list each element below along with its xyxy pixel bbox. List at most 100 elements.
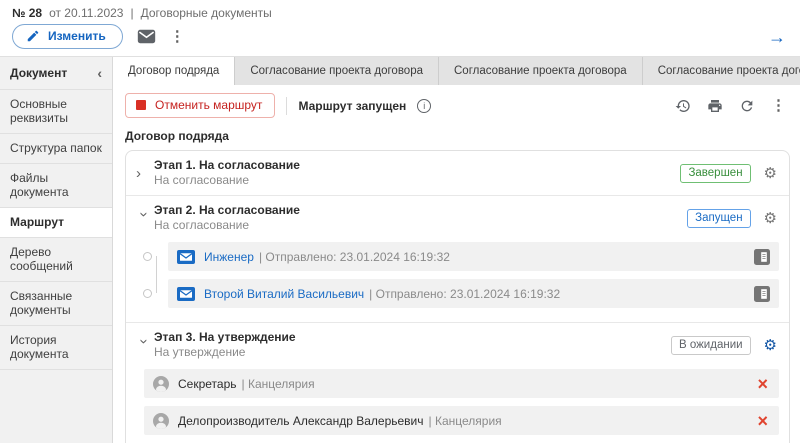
stage-1-titles: Этап 1. На согласование На согласование (154, 158, 680, 188)
status-badge-completed: Завершен (680, 164, 750, 183)
document-sidebar: Документ ‹ Основные реквизиты Структура … (0, 57, 113, 443)
gear-icon[interactable]: ⚙ (764, 338, 777, 353)
performer-name: Делопроизводитель Александр Валерьевич (178, 414, 424, 428)
document-action-row: Изменить ⋮ → (0, 22, 800, 56)
gear-icon[interactable]: ⚙ (764, 166, 777, 181)
stop-icon (136, 100, 146, 110)
history-icon[interactable] (675, 98, 691, 114)
stage-2: › Этап 2. На согласование На согласовани… (126, 195, 789, 322)
stage-3-children: Секретарь | Канцелярия × (126, 367, 789, 443)
stage-title: Этап 3. На утверждение (154, 330, 671, 345)
task-card-icon[interactable] (754, 249, 770, 265)
chevron-right-icon[interactable]: › (136, 166, 152, 181)
stage-3-titles: Этап 3. На утверждение На утверждение (154, 330, 671, 360)
sidebar-item-requisites[interactable]: Основные реквизиты (0, 90, 112, 134)
stage-title: Этап 1. На согласование (154, 158, 680, 173)
route-title: Договор подряда (125, 129, 790, 143)
department-info: | Канцелярия (429, 414, 502, 428)
route-more-icon[interactable]: ⋮ (771, 98, 786, 113)
timeline-connector (156, 256, 157, 293)
stage-2-titles: Этап 2. На согласование На согласование (154, 203, 687, 233)
sidebar-header: Документ ‹ (0, 57, 112, 90)
sent-info: | Отправлено: 23.01.2024 16:19:32 (259, 250, 450, 264)
remove-performer-icon[interactable]: × (755, 412, 770, 430)
more-actions-icon[interactable]: ⋮ (170, 29, 185, 44)
tab-contract[interactable]: Договор подряда (113, 57, 235, 85)
tab-bar: Договор подряда Согласование проекта дог… (113, 57, 800, 85)
tab-approval-1[interactable]: Согласование проекта договора (235, 57, 439, 85)
refresh-icon[interactable] (739, 98, 755, 114)
person-task-row[interactable]: Секретарь | Канцелярия × (144, 369, 779, 398)
stage-3-header[interactable]: › Этап 3. На утверждение На утверждение … (126, 323, 789, 367)
pencil-icon (26, 29, 40, 43)
sent-info: | Отправлено: 23.01.2024 16:19:32 (369, 287, 560, 301)
stage-2-children: Инженер | Отправлено: 23.01.2024 16:19:3… (126, 240, 789, 322)
task-row: Второй Виталий Васильевич | Отправлено: … (126, 279, 789, 308)
route-toolbar: Отменить маршрут Маршрут запущен i ⋮ (125, 93, 790, 118)
forward-arrow-icon[interactable]: → (768, 28, 786, 46)
top-bar: № 28 от 20.11.2023 | Договорные документ… (0, 0, 800, 57)
stage-title: Этап 2. На согласование (154, 203, 687, 218)
cancel-route-button[interactable]: Отменить маршрут (125, 93, 275, 118)
stage-3: › Этап 3. На утверждение На утверждение … (126, 322, 789, 443)
task-row: Инженер | Отправлено: 23.01.2024 16:19:3… (126, 242, 789, 271)
cancel-route-label: Отменить маршрут (155, 98, 262, 112)
body-wrap: Документ ‹ Основные реквизиты Структура … (0, 57, 800, 443)
status-badge-running: Запущен (687, 209, 750, 228)
tab-approval-2[interactable]: Согласование проекта договора (439, 57, 643, 85)
chevron-down-icon[interactable]: › (136, 339, 151, 355)
stage-2-header[interactable]: › Этап 2. На согласование На согласовани… (126, 196, 789, 240)
main-panel: Договор подряда Согласование проекта дог… (113, 57, 800, 443)
sidebar-item-folder-structure[interactable]: Структура папок (0, 134, 112, 164)
toolbar-right-icons: ⋮ (675, 98, 790, 114)
edit-button[interactable]: Изменить (12, 24, 123, 49)
timeline-dot-circle (143, 252, 152, 261)
performer-row: Делопроизводитель Александр Валерьевич |… (144, 406, 789, 435)
status-badge-waiting: В ожидании (671, 336, 751, 355)
department-info: | Канцелярия (242, 377, 315, 391)
performer-link[interactable]: Инженер (204, 250, 254, 264)
toolbar-divider (286, 97, 287, 115)
mail-send-icon[interactable] (137, 29, 156, 44)
performer-name: Секретарь (178, 377, 237, 391)
timeline-dot (126, 242, 168, 271)
document-category: Договорные документы (141, 6, 272, 20)
stage-1-header[interactable]: › Этап 1. На согласование На согласовани… (126, 151, 789, 195)
mail-task-row[interactable]: Второй Виталий Васильевич | Отправлено: … (168, 279, 779, 308)
remove-performer-icon[interactable]: × (755, 375, 770, 393)
chevron-down-icon[interactable]: › (136, 212, 151, 228)
gear-icon[interactable]: ⚙ (764, 211, 777, 226)
sidebar-title: Документ (10, 66, 67, 80)
performer-link[interactable]: Второй Виталий Васильевич (204, 287, 364, 301)
task-card-icon[interactable] (754, 286, 770, 302)
person-icon (153, 376, 169, 392)
sidebar-item-files[interactable]: Файлы документа (0, 164, 112, 208)
stage-subtitle: На утверждение (154, 345, 671, 360)
mail-icon (177, 287, 195, 301)
stage-subtitle: На согласование (154, 218, 687, 233)
info-icon[interactable]: i (417, 99, 431, 113)
route-status-text: Маршрут запущен (298, 99, 406, 113)
sidebar-item-related-docs[interactable]: Связанные документы (0, 282, 112, 326)
mail-icon (177, 250, 195, 264)
route-stages-card: › Этап 1. На согласование На согласовани… (125, 150, 790, 443)
edit-button-label: Изменить (48, 29, 106, 43)
person-icon (153, 413, 169, 429)
print-icon[interactable] (707, 98, 723, 114)
mail-task-row[interactable]: Инженер | Отправлено: 23.01.2024 16:19:3… (168, 242, 779, 271)
document-title-line: № 28 от 20.11.2023 | Договорные документ… (0, 0, 800, 22)
sidebar-item-route[interactable]: Маршрут (0, 208, 112, 238)
timeline-dot (126, 279, 168, 308)
person-task-row[interactable]: Делопроизводитель Александр Валерьевич |… (144, 406, 779, 435)
document-number: № 28 (12, 6, 42, 20)
sidebar-item-history[interactable]: История документа (0, 326, 112, 370)
performer-row: Секретарь | Канцелярия × (144, 369, 789, 398)
document-date: от 20.11.2023 (49, 6, 123, 20)
sidebar-collapse-icon[interactable]: ‹ (97, 65, 102, 81)
stage-subtitle: На согласование (154, 173, 680, 188)
tab-approval-3[interactable]: Согласование проекта договора (643, 57, 800, 85)
timeline-dot-circle (143, 289, 152, 298)
stage-1: › Этап 1. На согласование На согласовани… (126, 151, 789, 195)
title-divider: | (130, 6, 133, 20)
sidebar-item-message-tree[interactable]: Дерево сообщений (0, 238, 112, 282)
